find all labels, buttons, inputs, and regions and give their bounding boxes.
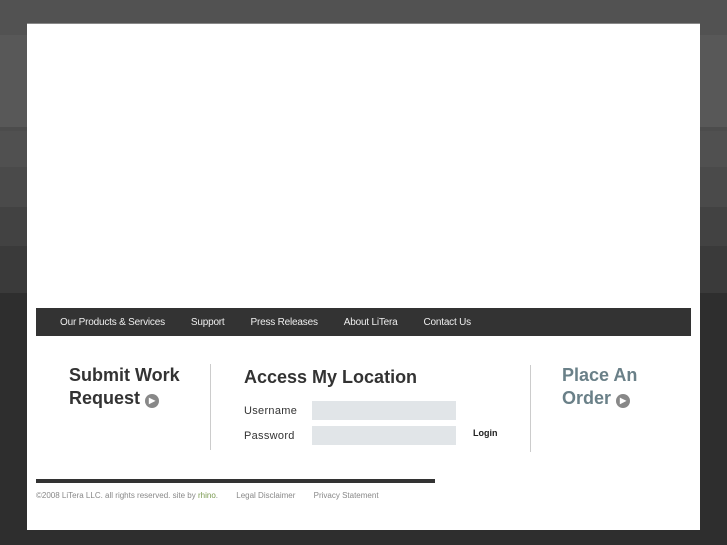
username-input[interactable] — [312, 401, 456, 420]
login-button[interactable]: Login — [473, 428, 498, 438]
main-nav: Our Products & Services Support Press Re… — [36, 308, 691, 336]
password-label: Password — [244, 430, 295, 442]
order-line1: Place An — [562, 365, 638, 385]
access-title: Access My Location — [244, 367, 418, 387]
footer: ©2008 LiTera LLC. all rights reserved. s… — [36, 491, 395, 500]
arrow-right-icon: ▶ — [145, 394, 160, 408]
footer-rule — [36, 479, 435, 483]
copyright: ©2008 LiTera LLC. all rights reserved. s… — [36, 491, 198, 500]
rhino-link[interactable]: rhino — [198, 491, 216, 500]
submit-line2: Request — [69, 388, 141, 408]
submit-work-request-link[interactable]: Submit Work Request ▶ — [69, 364, 180, 410]
nav-press[interactable]: Press Releases — [251, 317, 318, 328]
period: . — [215, 491, 219, 500]
submit-line1: Submit Work — [69, 365, 180, 385]
legal-disclaimer-link[interactable]: Legal Disclaimer — [236, 491, 295, 500]
privacy-statement-link[interactable]: Privacy Statement — [314, 491, 379, 500]
order-line2: Order — [562, 388, 612, 408]
password-input[interactable] — [312, 426, 456, 445]
nav-about[interactable]: About LiTera — [344, 317, 398, 328]
divider — [210, 364, 211, 450]
place-order-link[interactable]: Place An Order ▶ — [562, 364, 637, 410]
nav-support[interactable]: Support — [191, 317, 225, 328]
username-label: Username — [244, 405, 298, 417]
main-panel: Our Products & Services Support Press Re… — [27, 23, 700, 530]
arrow-right-icon: ▶ — [616, 394, 631, 408]
divider — [530, 365, 531, 452]
nav-products[interactable]: Our Products & Services — [60, 317, 165, 328]
nav-contact[interactable]: Contact Us — [424, 317, 472, 328]
